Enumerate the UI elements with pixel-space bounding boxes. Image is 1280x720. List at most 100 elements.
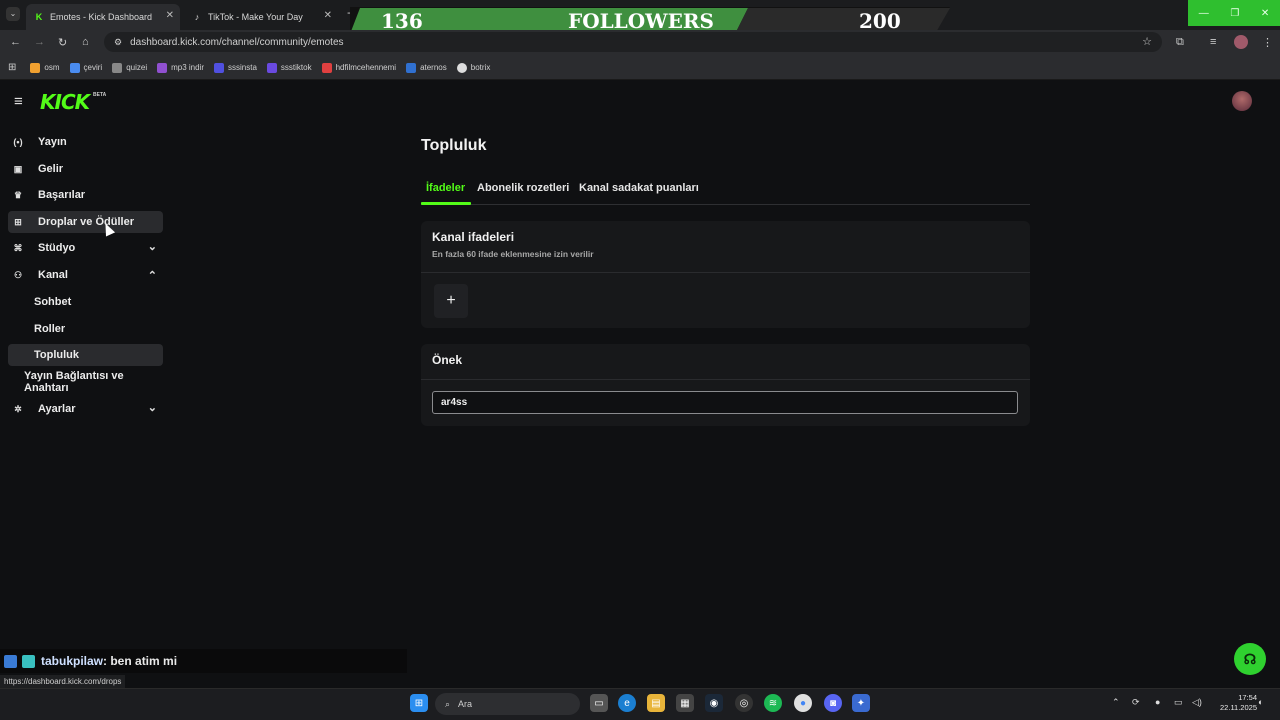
chevron-down-icon[interactable]: ⌄ xyxy=(148,240,157,253)
volume-icon[interactable]: ◁) xyxy=(1192,697,1202,708)
sidebar-item-roller[interactable]: Roller xyxy=(8,318,163,340)
tiktok-icon: ♪ xyxy=(194,12,200,22)
reading-list-icon[interactable]: ≡ xyxy=(1210,36,1216,48)
chevron-up-icon[interactable]: ⌃ xyxy=(148,269,157,282)
sidebar-item-gelir[interactable]: ▣ Gelir xyxy=(8,158,163,180)
store-icon[interactable]: ▦ xyxy=(676,694,694,712)
content-tabs: İfadeler Abonelik rozetleri Kanal sadaka… xyxy=(421,178,1030,205)
emotes-card-title: Kanal ifadeleri xyxy=(432,230,515,244)
studio-icon: ⌘ xyxy=(13,242,23,253)
divider xyxy=(421,379,1030,380)
tab-title: Emotes - Kick Dashboard xyxy=(50,12,153,22)
sidebar-item-ayarlar[interactable]: ✲ Ayarlar ⌄ xyxy=(8,398,163,420)
url-text: dashboard.kick.com/channel/community/emo… xyxy=(130,36,344,48)
revenue-icon: ▣ xyxy=(13,163,23,174)
beta-badge: BETA xyxy=(93,92,107,98)
status-bar-url: https://dashboard.kick.com/drops xyxy=(0,675,126,688)
obs-icon[interactable]: ◎ xyxy=(735,694,753,712)
bookmark-hdfilm[interactable]: hdfilmcehennemi xyxy=(321,62,396,73)
url-bar[interactable]: ⚙ dashboard.kick.com/channel/community/e… xyxy=(104,32,1162,52)
bookmark-ceviri[interactable]: çeviri xyxy=(69,62,102,73)
tab-abonelik-rozetleri[interactable]: Abonelik rozetleri xyxy=(477,182,569,194)
tab-ifadeler[interactable]: İfadeler xyxy=(426,182,465,194)
bookmarks-bar: ⊞ osm çeviri quizei mp3 indir sssinsta s… xyxy=(0,56,1280,80)
microphone-icon[interactable]: ● xyxy=(1155,697,1160,707)
extensions-icon[interactable]: ⧉ xyxy=(1176,36,1184,49)
apps-icon[interactable]: ⊞ xyxy=(8,62,16,73)
bookmark-quizei[interactable]: quizei xyxy=(112,62,147,73)
gear-icon: ✲ xyxy=(14,403,22,414)
emotes-card-subtitle: En fazla 60 ifade eklenmesine izin veril… xyxy=(432,249,594,259)
divider xyxy=(421,272,1030,273)
hamburger-icon[interactable]: ≡ xyxy=(14,93,23,110)
sidebar-item-stream-key[interactable]: Yayın Bağlantısı ve Anahtarı xyxy=(8,370,168,394)
sidebar-item-kanal[interactable]: ⚇ Kanal ⌃ xyxy=(8,264,163,286)
site-info-icon[interactable]: ⚙ xyxy=(114,37,122,48)
headset-icon: ☊ xyxy=(1243,650,1257,667)
chat-username: tabukpilaw xyxy=(41,654,104,668)
app-icon[interactable]: ✦ xyxy=(852,694,870,712)
sidebar-item-basarilar[interactable]: ♛ Başarılar xyxy=(8,184,163,206)
star-icon[interactable]: ☆ xyxy=(1142,35,1152,48)
tab-emotes[interactable]: K Emotes - Kick Dashboard ✕ xyxy=(26,4,180,30)
bookmark-ssstiktok[interactable]: ssstiktok xyxy=(266,62,312,73)
tab-title: TikTok - Make Your Day xyxy=(208,12,303,22)
edge-icon[interactable]: e xyxy=(618,694,636,712)
sync-icon[interactable]: ⟳ xyxy=(1132,697,1140,708)
support-chat-button[interactable]: ☊ xyxy=(1234,643,1266,675)
bookmark-sssinsta[interactable]: sssinsta xyxy=(214,62,257,73)
kick-icon: K xyxy=(35,12,43,22)
menu-icon[interactable]: ⋮ xyxy=(1262,36,1273,49)
channel-icon: ⚇ xyxy=(13,269,23,280)
moderator-badge-icon xyxy=(4,654,17,668)
reload-icon[interactable]: ↻ xyxy=(58,36,67,49)
active-tab-indicator xyxy=(421,202,471,205)
tab-search-button[interactable]: ⌄ xyxy=(6,7,20,21)
gift-icon: ⊞ xyxy=(14,216,22,227)
spotify-icon[interactable]: ≋ xyxy=(764,694,782,712)
sidebar-item-topluluk[interactable]: Topluluk xyxy=(8,344,163,366)
taskbar-clock[interactable]: 17:54 22.11.2025 xyxy=(1205,693,1257,713)
bookmark-mp3[interactable]: mp3 indir xyxy=(157,62,204,73)
sidebar-item-studyo[interactable]: ⌘ Stüdyo ⌄ xyxy=(8,237,163,259)
notification-icon[interactable]: ◐ xyxy=(1258,697,1263,707)
file-explorer-icon[interactable]: ▤ xyxy=(647,694,665,712)
close-icon[interactable]: ✕ xyxy=(166,10,174,21)
close-window-icon[interactable]: ✕ xyxy=(1261,8,1269,19)
windows-taskbar xyxy=(0,688,1280,720)
maximize-icon[interactable]: ❐ xyxy=(1230,8,1239,19)
chat-message: : ben atim mi xyxy=(103,654,178,668)
forward-icon[interactable]: → xyxy=(34,36,45,48)
profile-avatar[interactable] xyxy=(1234,35,1248,49)
home-icon[interactable]: ⌂ xyxy=(82,36,89,48)
avatar[interactable] xyxy=(1232,91,1252,111)
chat-overlay-line: tabukpilaw : ben atim mi xyxy=(0,649,407,673)
sidebar-item-sohbet[interactable]: Sohbet xyxy=(8,291,163,313)
prefix-input[interactable] xyxy=(432,391,1018,414)
chevron-down-icon[interactable]: ⌄ xyxy=(148,401,157,414)
network-icon[interactable]: ▭ xyxy=(1174,697,1183,708)
task-view-icon[interactable]: ▭ xyxy=(590,694,608,712)
kick-logo[interactable]: KICK xyxy=(40,90,90,114)
chrome-icon[interactable]: ● xyxy=(794,694,812,712)
taskbar-search[interactable]: ⌕ Ara xyxy=(435,693,580,715)
start-icon[interactable]: ⊞ xyxy=(410,694,428,712)
bookmark-botrix[interactable]: botrix xyxy=(456,62,490,73)
back-icon[interactable]: ← xyxy=(10,36,21,48)
bookmark-osm[interactable]: osm xyxy=(30,62,60,73)
tab-sadakat-puanlari[interactable]: Kanal sadakat puanları xyxy=(579,182,699,194)
sidebar-item-droplar[interactable]: ⊞ Droplar ve Ödüller xyxy=(8,211,163,233)
add-emote-button[interactable]: + xyxy=(434,284,468,318)
broadcast-icon: (•) xyxy=(13,137,23,147)
minimize-icon[interactable]: — xyxy=(1199,8,1209,19)
tab-tiktok[interactable]: ♪ TikTok - Make Your Day ✕ xyxy=(184,4,338,30)
sidebar-item-yayin[interactable]: (•) Yayın xyxy=(8,131,163,153)
discord-icon[interactable]: ◙ xyxy=(824,694,842,712)
steam-icon[interactable]: ◉ xyxy=(705,694,723,712)
page-title: Topluluk xyxy=(421,137,487,154)
trophy-icon: ♛ xyxy=(13,189,23,200)
search-icon: ⌕ xyxy=(445,698,451,709)
bookmark-aternos[interactable]: aternos xyxy=(406,62,447,73)
tray-overflow-icon[interactable]: ⌃ xyxy=(1112,697,1120,708)
close-icon[interactable]: ✕ xyxy=(324,10,332,21)
